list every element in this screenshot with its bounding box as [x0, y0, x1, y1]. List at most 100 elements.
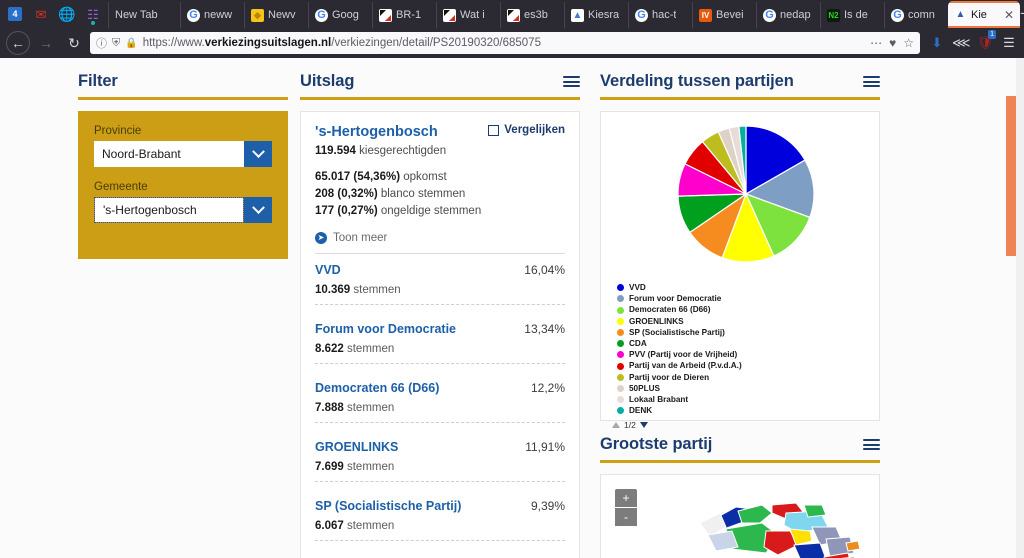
map-region[interactable] — [707, 530, 739, 552]
party-name[interactable]: Democraten 66 (D66) — [315, 381, 439, 395]
tab-es3b[interactable]: es3b — [500, 2, 564, 28]
legend-item[interactable]: SP (Socialistische Partij) — [617, 327, 869, 338]
tab-wat[interactable]: Wat i — [436, 2, 500, 28]
provincie-value[interactable]: Noord-Brabant — [94, 141, 244, 167]
legend-pager[interactable]: 1/2 — [611, 420, 869, 430]
google-favicon: G — [763, 8, 776, 22]
party-name[interactable]: Forum voor Democratie — [315, 322, 456, 336]
gmail-icon[interactable]: ✉ — [28, 0, 54, 28]
globe-icon[interactable]: 🌐 — [54, 0, 80, 28]
chevron-down-icon[interactable] — [244, 197, 272, 223]
pager-down-icon[interactable] — [639, 422, 648, 429]
legend-item[interactable]: VVD — [617, 282, 869, 293]
new-tab-button[interactable]: + — [1020, 0, 1024, 28]
legend-item[interactable]: CDA — [617, 338, 869, 349]
document-favicon: ▲ — [571, 8, 584, 22]
tab-hact[interactable]: G hac-t — [628, 2, 692, 28]
tab-kiesra[interactable]: ▲ Kiesra — [564, 2, 628, 28]
map-zoom-in-button[interactable]: + — [615, 489, 637, 508]
largest-party-map-card[interactable]: + - — [600, 474, 880, 558]
legend-item[interactable]: 50PLUS — [617, 383, 869, 394]
url-text: https://www.verkiezingsuitslagen.nl/verk… — [143, 37, 865, 49]
tab-nedap[interactable]: G nedap — [756, 2, 820, 28]
netherlands-map[interactable] — [686, 483, 880, 558]
divider — [300, 97, 580, 100]
party-name[interactable]: GROENLINKS — [315, 440, 398, 454]
provincie-select[interactable]: Noord-Brabant — [94, 141, 272, 167]
legend-color-swatch — [617, 284, 624, 292]
party-name[interactable]: VVD — [315, 263, 341, 277]
vergelijken-checkbox[interactable]: Vergelijken — [488, 124, 565, 136]
grid-icon[interactable]: ☷ — [80, 0, 106, 28]
page-info-icon[interactable]: ⓘ — [96, 35, 107, 51]
downloads-icon[interactable]: ⬇ — [928, 35, 946, 51]
pie-chart[interactable] — [611, 120, 881, 275]
party-name[interactable]: SP (Socialistische Partij) — [315, 499, 461, 513]
tab-goog[interactable]: G Goog — [308, 2, 372, 28]
municipality-name[interactable]: 's-Hertogenbosch — [315, 124, 446, 140]
legend-item[interactable]: Forum voor Democratie — [617, 293, 869, 304]
legend-item[interactable]: Partij voor de Dieren — [617, 372, 869, 383]
pager-up-icon[interactable] — [612, 422, 620, 429]
legend-item[interactable]: GROENLINKS — [617, 316, 869, 327]
legend-item[interactable]: Partij van de Arbeid (P.v.d.A.) — [617, 360, 869, 371]
more-icon[interactable]: ⋯ — [870, 36, 882, 50]
reload-button[interactable]: ↻ — [62, 31, 86, 55]
map-region[interactable] — [845, 540, 861, 552]
vergelijken-label: Vergelijken — [504, 124, 565, 136]
gemeente-value[interactable]: 's-Hertogenbosch — [94, 197, 244, 223]
uitslag-menu-icon[interactable] — [563, 76, 580, 87]
legend-label: Forum voor Democratie — [629, 294, 722, 304]
provincie-label: Provincie — [94, 125, 142, 137]
tab-neww[interactable]: G neww — [180, 2, 244, 28]
tab-comn[interactable]: G comn — [884, 2, 948, 28]
google-favicon: G — [315, 8, 328, 22]
url-path: /verkiezingen/detail/PS20190320/685075 — [331, 37, 541, 49]
toon-meer-link[interactable]: ➤ Toon meer — [315, 232, 565, 244]
page-scrollbar-thumb[interactable] — [1006, 96, 1016, 256]
pocket-icon[interactable]: ♥ — [889, 36, 896, 50]
checkbox-icon[interactable] — [488, 124, 500, 136]
tracking-shield-icon[interactable]: ⛨ — [112, 37, 120, 50]
tab-new-tab[interactable]: New Tab — [108, 2, 180, 28]
legend-color-swatch — [617, 373, 624, 381]
url-bar[interactable]: ⓘ ⛨ 🔒 https://www.verkiezingsuitslagen.n… — [90, 32, 920, 54]
system-icon-group: 4 ✉ 🌐 ☷ — [0, 0, 108, 28]
tab-bevei[interactable]: IV Bevei — [692, 2, 756, 28]
divider — [315, 422, 565, 423]
opkomst-line: 65.017 (54,36%) opkomst — [315, 169, 565, 186]
table-row: SP (Socialistische Partij) 9,39% 6.067 s… — [315, 490, 565, 532]
app-icon-4[interactable]: 4 — [2, 0, 28, 28]
legend-item[interactable]: Democraten 66 (D66) — [617, 304, 869, 315]
toolbar-right-icons: ⬇ ⋘ 🛡 1 ☰ — [924, 30, 1018, 51]
legend-item[interactable]: Lokaal Brabant — [617, 394, 869, 405]
map-region[interactable] — [803, 504, 827, 518]
legend-item[interactable]: PVV (Partij voor de Vrijheid) — [617, 349, 869, 360]
uitslag-column: Uitslag 's-Hertogenbosch 119.594 kiesger… — [300, 72, 590, 558]
page-scrollbar-track[interactable] — [1016, 58, 1024, 558]
legend-label: SP (Socialistische Partij) — [629, 327, 725, 337]
map-zoom-out-button[interactable]: - — [615, 508, 637, 527]
legend-item[interactable]: DENK — [617, 405, 869, 416]
divider — [78, 97, 288, 100]
tab-label: Is de — [844, 9, 868, 21]
extension-shield-icon[interactable]: 🛡 1 — [976, 30, 996, 51]
filter-title: Filter — [78, 72, 118, 90]
tab-newv[interactable]: ◆ Newv — [244, 2, 308, 28]
map-region[interactable] — [793, 542, 827, 558]
legend-color-swatch — [617, 351, 624, 359]
chevron-down-icon[interactable] — [244, 141, 272, 167]
grootste-menu-icon[interactable] — [863, 439, 880, 450]
forward-button[interactable]: → — [34, 31, 58, 55]
gemeente-select[interactable]: 's-Hertogenbosch — [94, 197, 272, 223]
verdeling-menu-icon[interactable] — [863, 76, 880, 87]
back-button[interactable]: ← — [6, 31, 30, 55]
close-icon[interactable]: ✕ — [1004, 8, 1014, 22]
tab-br1[interactable]: BR-1 — [372, 2, 436, 28]
app-menu-icon[interactable]: ☰ — [1000, 35, 1018, 51]
bookmark-star-icon[interactable]: ☆ — [903, 36, 914, 50]
tab-kiesraad-active[interactable]: ▲ Kie ✕ — [948, 1, 1020, 28]
library-icon[interactable]: ⋘ — [952, 35, 971, 51]
tab-isde[interactable]: N2 Is de — [820, 2, 884, 28]
map-zoom-controls[interactable]: + - — [615, 489, 637, 527]
